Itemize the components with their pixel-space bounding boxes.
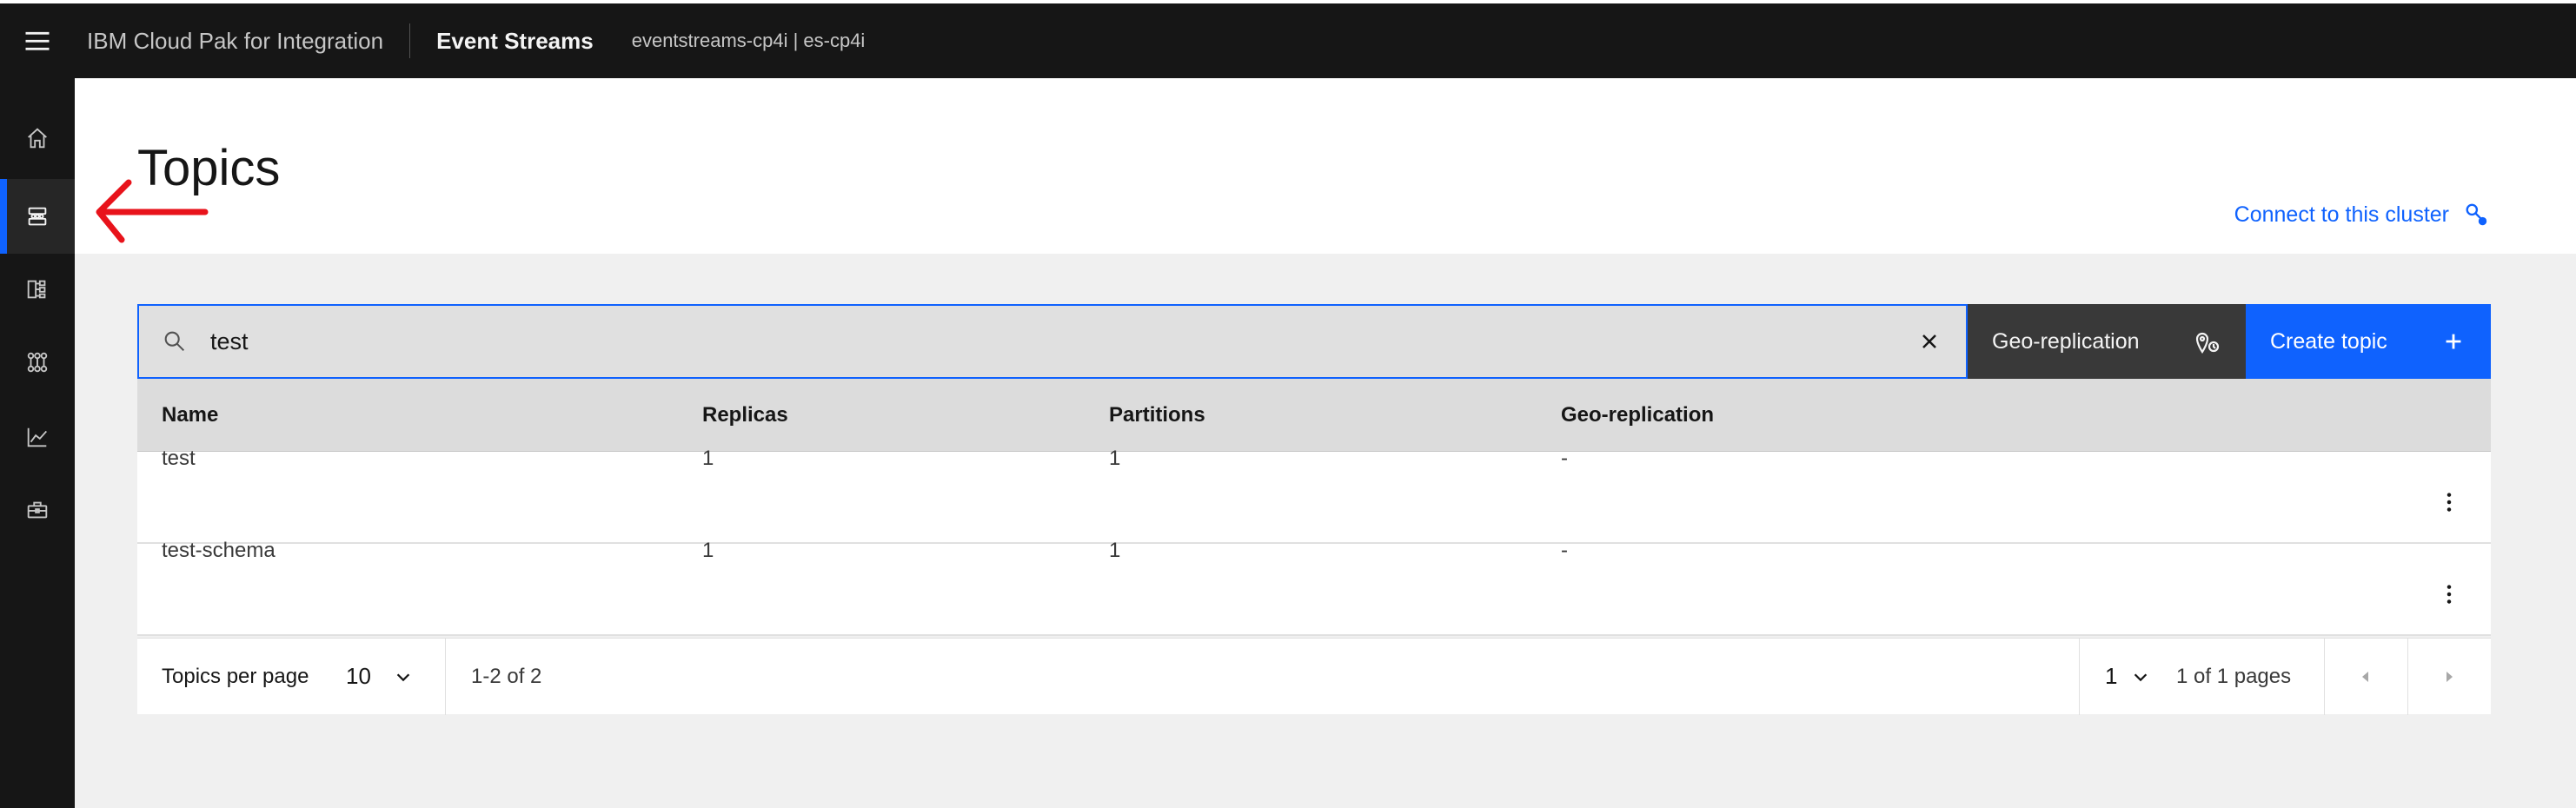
table-toolbar: Geo-replication Create topic [137, 304, 2491, 379]
nav-home[interactable] [0, 101, 75, 176]
topic-partitions: 1 [1109, 539, 1121, 562]
overflow-menu-icon [2447, 493, 2452, 512]
topics-icon [28, 207, 47, 226]
table-row[interactable]: test 1 1 - [137, 447, 2491, 544]
row-overflow-menu[interactable] [2433, 579, 2465, 610]
connect-cluster-link[interactable]: Connect to this cluster [2234, 202, 2489, 228]
nav-consumer-groups[interactable] [0, 252, 75, 327]
chevron-down-icon [2134, 672, 2148, 681]
table-row[interactable]: test-schema 1 1 - [137, 539, 2491, 636]
next-page-button[interactable] [2407, 639, 2491, 715]
chevron-down-icon [396, 672, 410, 681]
items-per-page-select[interactable]: 10 [346, 663, 413, 690]
hamburger-menu-icon[interactable] [0, 3, 75, 78]
items-per-page-value: 10 [346, 663, 371, 689]
page-count: 1 of 1 pages [2176, 664, 2292, 688]
search-input[interactable] [210, 315, 1903, 368]
create-topic-label: Create topic [2270, 328, 2387, 354]
geo-location-icon [2195, 332, 2220, 354]
connect-cluster-label: Connect to this cluster [2234, 202, 2449, 227]
pagination-divider [2079, 639, 2080, 715]
page-number-select[interactable]: 1 [2105, 663, 2150, 690]
nav-schema-registry[interactable] [0, 325, 75, 400]
connect-icon [2466, 203, 2487, 226]
column-header-geo-replication[interactable]: Geo-replication [1561, 403, 1714, 427]
topic-geo-replication: - [1561, 539, 1568, 562]
top-header: IBM Cloud Pak for Integration Event Stre… [0, 0, 2576, 78]
pagination: Topics per page 10 1-2 of 2 1 1 of 1 pag… [137, 638, 2491, 715]
nav-topics[interactable] [0, 179, 75, 254]
toolbox-icon [27, 501, 48, 519]
pagination-divider [445, 639, 446, 715]
column-header-partitions[interactable]: Partitions [1109, 403, 1205, 427]
table-header: Name Replicas Partitions Geo-replication [137, 379, 2491, 452]
caret-right-icon [2447, 672, 2453, 682]
topics-table: Name Replicas Partitions Geo-replication… [137, 379, 2491, 636]
search-icon [164, 331, 185, 352]
geo-replication-button[interactable]: Geo-replication [1968, 304, 2246, 379]
previous-page-button[interactable] [2324, 639, 2407, 715]
nav-toolbox[interactable] [0, 473, 75, 547]
monitoring-icon [27, 427, 48, 447]
current-page-value: 1 [2105, 663, 2118, 689]
geo-replication-label: Geo-replication [1992, 328, 2140, 354]
search-box [137, 304, 1968, 379]
schema-registry-icon [27, 352, 48, 373]
topic-name[interactable]: test-schema [162, 539, 276, 563]
plus-icon [2446, 334, 2461, 349]
side-nav [0, 78, 75, 808]
topic-replicas: 1 [702, 447, 714, 470]
column-header-replicas[interactable]: Replicas [702, 403, 788, 427]
home-icon [28, 128, 47, 149]
item-range: 1-2 of 2 [471, 664, 542, 688]
instance-name: eventstreams-cp4i | es-cp4i [631, 30, 866, 51]
caret-left-icon [2362, 672, 2368, 682]
topic-geo-replication: - [1561, 447, 1568, 470]
annotation-arrow-icon [96, 179, 209, 243]
brand-name[interactable]: IBM Cloud Pak for Integration [75, 23, 411, 58]
consumer-groups-icon [27, 280, 46, 299]
topic-name[interactable]: test [162, 447, 196, 471]
topic-replicas: 1 [702, 539, 714, 562]
product-name[interactable]: Event Streams [410, 28, 632, 55]
page-header: Topics Connect to this cluster [75, 78, 2576, 254]
column-header-name[interactable]: Name [162, 403, 218, 427]
overflow-menu-icon [2447, 585, 2452, 604]
create-topic-button[interactable]: Create topic [2246, 304, 2491, 379]
nav-monitoring[interactable] [0, 400, 75, 474]
row-overflow-menu[interactable] [2433, 487, 2465, 518]
items-per-page-label: Topics per page [162, 664, 309, 688]
topic-partitions: 1 [1109, 447, 1121, 470]
close-icon [1922, 334, 1936, 348]
clear-search-button[interactable] [1903, 315, 1955, 368]
